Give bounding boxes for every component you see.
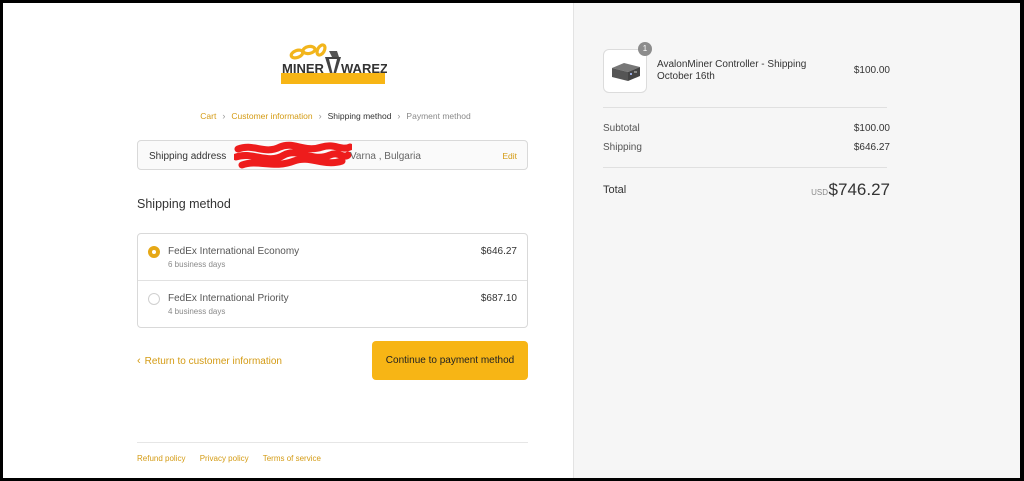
total-label: Total xyxy=(603,184,627,196)
chevron-right-icon: › xyxy=(222,111,226,121)
quantity-badge: 1 xyxy=(638,42,652,56)
shipping-option-name: FedEx International Economy xyxy=(168,246,300,257)
shipping-option-price: $687.10 xyxy=(480,293,517,304)
product-name: AvalonMiner Controller - Shipping Octobe… xyxy=(657,59,807,82)
shipping-options: FedEx International Economy 6 business d… xyxy=(137,233,528,328)
product-price: $100.00 xyxy=(853,65,890,76)
shipping-option-priority[interactable]: FedEx International Priority 4 business … xyxy=(138,281,527,328)
radio-unselected-icon[interactable] xyxy=(148,293,160,305)
chevron-right-icon: › xyxy=(397,111,401,121)
edit-address-link[interactable]: Edit xyxy=(502,151,517,161)
breadcrumb-cart[interactable]: Cart xyxy=(200,111,216,121)
breadcrumb-shipping-method: Shipping method xyxy=(327,111,392,121)
return-to-customer-info-link[interactable]: ‹ Return to customer information xyxy=(137,355,282,367)
redaction-scribble xyxy=(234,141,352,169)
store-logo[interactable]: MINER WAREZ xyxy=(279,43,387,97)
footer-divider xyxy=(137,442,528,443)
product-thumbnail xyxy=(603,49,647,93)
breadcrumb-customer-information[interactable]: Customer information xyxy=(231,111,312,121)
radio-selected-icon[interactable] xyxy=(148,246,160,258)
shipping-method-title: Shipping method xyxy=(137,197,231,211)
shipping-address-review: Shipping address Varna , Bulgaria Edit xyxy=(137,140,528,170)
shipping-cost-value: $646.27 xyxy=(853,142,890,153)
terms-of-service-link[interactable]: Terms of service xyxy=(263,454,321,463)
continue-to-payment-button[interactable]: Continue to payment method xyxy=(372,341,528,380)
logo-text-left: MINER xyxy=(282,61,325,76)
shipping-option-economy[interactable]: FedEx International Economy 6 business d… xyxy=(138,234,527,281)
subtotal-label: Subtotal xyxy=(603,123,640,134)
refund-policy-link[interactable]: Refund policy xyxy=(137,454,185,463)
total-value: $746.27 xyxy=(828,180,890,199)
breadcrumb: Cart › Customer information › Shipping metho… xyxy=(3,111,668,121)
shipping-option-duration: 6 business days xyxy=(168,260,226,269)
shipping-option-name: FedEx International Priority xyxy=(168,293,289,304)
shipping-option-duration: 4 business days xyxy=(168,307,226,316)
logo-text-right: WAREZ xyxy=(341,61,387,76)
subtotal-value: $100.00 xyxy=(853,123,890,134)
order-summary: 1 AvalonMiner Controller - Shipping Octo… xyxy=(573,3,1020,478)
controller-box-icon xyxy=(612,63,640,81)
chevron-left-icon: ‹ xyxy=(137,355,141,367)
shipping-option-price: $646.27 xyxy=(480,246,517,257)
chevron-right-icon: › xyxy=(318,111,322,121)
policy-footer: Refund policy Privacy policy Terms of se… xyxy=(137,454,333,463)
breadcrumb-payment-method: Payment method xyxy=(406,111,471,121)
currency-code: USD xyxy=(811,188,828,197)
privacy-policy-link[interactable]: Privacy policy xyxy=(200,454,249,463)
shipping-address-label: Shipping address xyxy=(149,151,227,162)
logo-graphic: MINER WAREZ xyxy=(281,43,387,84)
shipping-cost-label: Shipping xyxy=(603,142,642,153)
checkout-main: MINER WAREZ Cart › Customer information › Sh… xyxy=(3,3,573,478)
return-link-label: Return to customer information xyxy=(144,356,282,367)
summary-divider xyxy=(603,107,887,108)
total-divider xyxy=(603,167,887,168)
checkout-window: MINER WAREZ Cart › Customer information › Sh… xyxy=(3,3,1020,478)
shipping-address-value: Varna , Bulgaria xyxy=(350,151,421,162)
